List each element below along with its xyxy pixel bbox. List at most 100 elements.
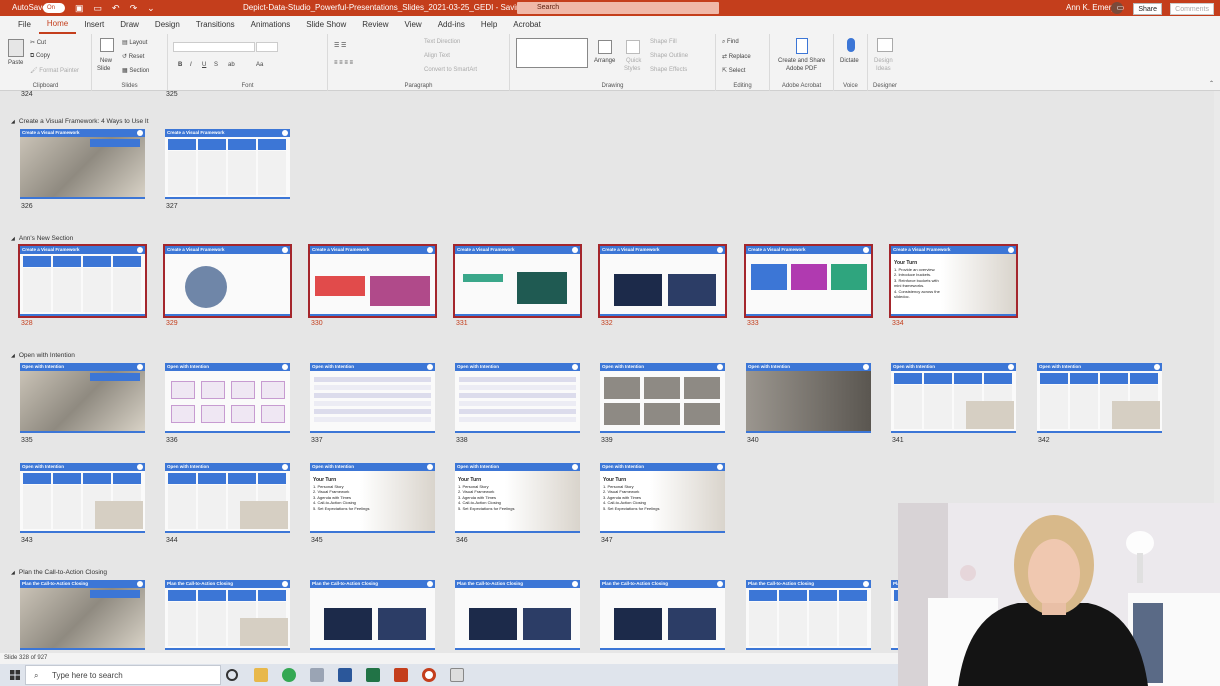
powerpoint-icon[interactable]	[394, 668, 408, 682]
pdf-icon[interactable]	[796, 38, 808, 54]
arrange-icon[interactable]	[598, 40, 612, 54]
excel-icon[interactable]	[366, 668, 380, 682]
italic-button[interactable]: I	[190, 62, 192, 68]
collapse-triangle-icon[interactable]: ◢	[11, 353, 15, 359]
app-icon[interactable]	[310, 668, 324, 682]
slide-thumbnail[interactable]: Create a Visual Framework	[163, 244, 292, 318]
quick-styles-icon[interactable]	[626, 40, 640, 54]
copy-button[interactable]: ⧉ Copy	[30, 53, 50, 60]
slide-thumbnail[interactable]: Open with Intention	[600, 363, 725, 433]
quick-styles-button[interactable]: Quick	[626, 58, 641, 64]
paste-button[interactable]: Paste	[8, 60, 23, 66]
create-share-button[interactable]: Create and Share	[778, 58, 825, 64]
slide-thumbnail[interactable]: Your Turn 1. Personal Story 2. Visual Fram…	[310, 463, 435, 533]
present-icon[interactable]: ▭	[94, 0, 103, 16]
slide-thumbnail[interactable]: Plan the Call-to-Action Closing	[600, 580, 725, 650]
file-explorer-icon[interactable]	[254, 668, 268, 682]
section-header[interactable]: ◢ Plan the Call-to-Action Closing	[11, 569, 107, 576]
bullets-icon[interactable]: ☰ ☰	[334, 42, 346, 49]
create-share-button-2[interactable]: Adobe PDF	[786, 66, 817, 72]
bold-button[interactable]: B	[178, 62, 182, 68]
slide-thumbnail[interactable]: Open with Intention	[165, 463, 290, 533]
slide-thumbnail[interactable]: Open with Intention	[1037, 363, 1162, 433]
share-button[interactable]: Share	[1133, 3, 1162, 15]
tab-insert[interactable]: Insert	[76, 16, 112, 34]
slide-thumbnail[interactable]: Plan the Call-to-Action Closing	[165, 580, 290, 650]
design-ideas-icon[interactable]	[877, 38, 893, 52]
word-icon[interactable]	[338, 668, 352, 682]
microphone-icon[interactable]	[847, 38, 855, 52]
slide-thumbnail[interactable]: Plan the Call-to-Action Closing	[310, 580, 435, 650]
replace-button[interactable]: ⇄ Replace	[722, 53, 751, 60]
slide-thumbnail[interactable]: Create a Visual Framework	[20, 129, 145, 199]
tab-design[interactable]: Design	[147, 16, 188, 34]
slide-thumbnail[interactable]: Open with Intention	[746, 363, 871, 433]
slide-thumbnail[interactable]: Create a Visual Framework	[18, 244, 147, 318]
paste-icon[interactable]	[8, 39, 24, 57]
font-size-field[interactable]	[256, 42, 278, 52]
slide-thumbnail[interactable]: Plan the Call-to-Action Closing	[20, 580, 145, 650]
reset-button[interactable]: ↺ Reset	[122, 53, 144, 60]
user-name[interactable]: Ann K. Emery	[1066, 0, 1115, 16]
section-header[interactable]: ◢ Ann's New Section	[11, 235, 73, 242]
align-text-button[interactable]: Align Text	[424, 53, 450, 59]
tab-transitions[interactable]: Transitions	[188, 16, 243, 34]
text-direction-button[interactable]: Text Direction	[424, 39, 460, 45]
quick-styles-button-2[interactable]: Styles	[624, 66, 640, 72]
tab-add-ins[interactable]: Add-ins	[430, 16, 473, 34]
shape-effects-button[interactable]: Shape Effects	[650, 67, 687, 73]
section-header[interactable]: ◢ Create a Visual Framework: 4 Ways to Us…	[11, 118, 149, 125]
format-painter-button[interactable]: 🖌 Format Painter	[30, 67, 79, 74]
gif-tool-icon[interactable]	[450, 668, 464, 682]
layout-button[interactable]: ▤ Layout	[122, 39, 147, 46]
slide-thumbnail[interactable]: Your Turn 1. Personal Story 2. Visual Fram…	[455, 463, 580, 533]
tab-acrobat[interactable]: Acrobat	[505, 16, 549, 34]
tab-help[interactable]: Help	[473, 16, 505, 34]
collapse-ribbon-icon[interactable]: ⌃	[1209, 80, 1214, 87]
new-slide-button[interactable]: New	[100, 58, 112, 64]
redo-icon[interactable]: ↷	[130, 0, 138, 16]
find-button[interactable]: ⌕ Find	[722, 39, 739, 46]
underline-button[interactable]: U	[202, 62, 206, 68]
tab-slide-show[interactable]: Slide Show	[298, 16, 354, 34]
slide-thumbnail[interactable]: Open with Intention	[165, 363, 290, 433]
slide-thumbnail[interactable]: Your Turn 1. Provide an overview. 2. Intro…	[889, 244, 1018, 318]
collapse-triangle-icon[interactable]: ◢	[11, 236, 15, 242]
slide-thumbnail[interactable]: Create a Visual Framework	[598, 244, 727, 318]
tab-animations[interactable]: Animations	[243, 16, 299, 34]
cut-button[interactable]: ✂ Cut	[30, 39, 46, 46]
slide-thumbnail[interactable]: Your Turn 1. Personal Story 2. Visual Fram…	[600, 463, 725, 533]
slide-thumbnail[interactable]: Open with Intention	[891, 363, 1016, 433]
collapse-triangle-icon[interactable]: ◢	[11, 570, 15, 576]
design-ideas-button-2[interactable]: Ideas	[876, 66, 891, 72]
new-slide-icon[interactable]	[100, 38, 114, 52]
autosave-toggle[interactable]: On	[43, 3, 65, 13]
change-case-button[interactable]: Aa	[256, 62, 263, 68]
slide-thumbnail[interactable]: Create a Visual Framework	[165, 129, 290, 199]
cortana-icon[interactable]	[226, 669, 238, 681]
tab-file[interactable]: File	[10, 16, 39, 34]
shape-fill-button[interactable]: Shape Fill	[650, 39, 677, 45]
collapse-triangle-icon[interactable]: ◢	[11, 119, 15, 125]
new-slide-button-2[interactable]: Slide	[97, 66, 110, 72]
arrange-button[interactable]: Arrange	[594, 58, 615, 64]
windows-start-icon[interactable]	[10, 670, 20, 680]
tab-draw[interactable]: Draw	[112, 16, 147, 34]
strikethrough-button[interactable]: S	[214, 62, 218, 68]
slide-thumbnail[interactable]: Plan the Call-to-Action Closing	[455, 580, 580, 650]
shapes-gallery[interactable]	[516, 38, 588, 68]
save-icon[interactable]: ▣	[75, 0, 84, 16]
slide-thumbnail[interactable]: Open with Intention	[310, 363, 435, 433]
chrome-icon[interactable]	[282, 668, 296, 682]
slide-thumbnail[interactable]: Open with Intention	[20, 363, 145, 433]
slide-thumbnail[interactable]: Open with Intention	[455, 363, 580, 433]
customize-icon[interactable]: ⌄	[147, 0, 155, 16]
slide-thumbnail[interactable]: Create a Visual Framework	[308, 244, 437, 318]
ribbon-display-icon[interactable]: ▭	[1117, 0, 1125, 16]
tab-review[interactable]: Review	[354, 16, 396, 34]
record-icon[interactable]	[422, 668, 436, 682]
slide-thumbnail[interactable]: Create a Visual Framework	[453, 244, 582, 318]
slide-thumbnail[interactable]: Open with Intention	[20, 463, 145, 533]
font-name-field[interactable]	[173, 42, 255, 52]
tab-view[interactable]: View	[397, 16, 430, 34]
